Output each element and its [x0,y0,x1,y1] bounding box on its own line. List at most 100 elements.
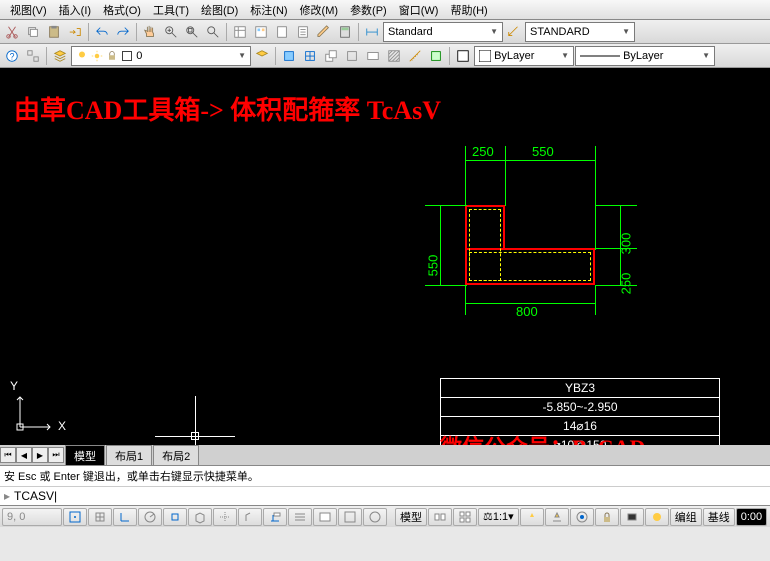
help-icon[interactable]: ? [2,46,22,66]
color-picker-icon[interactable] [453,46,473,66]
chevron-down-icon: ▼ [561,51,569,60]
layer-prev-icon[interactable] [252,46,272,66]
coords[interactable]: 9, 0 [2,508,62,526]
block-icon[interactable] [279,46,299,66]
menu-window[interactable]: 窗口(W) [393,0,445,20]
separator [226,23,227,41]
hatch-icon[interactable] [384,46,404,66]
zoom-prev-icon[interactable] [203,22,223,42]
separator [358,23,359,41]
tab-layout2[interactable]: 布局2 [153,445,199,466]
dim-ext [465,285,466,315]
tab-next-icon[interactable]: ▶ [32,447,48,463]
dim-style-combo[interactable]: STANDARD▼ [525,22,635,42]
anno-vis-icon[interactable] [520,508,544,526]
text-style-combo[interactable]: Standard▼ [383,22,503,42]
menu-tools[interactable]: 工具(T) [147,0,195,20]
menu-insert[interactable]: 插入(I) [53,0,97,20]
anno-scale-combo[interactable]: ⚖ 1:1 ▾ [478,508,519,526]
pan-icon[interactable] [140,22,160,42]
paste-icon[interactable] [44,22,64,42]
copy-icon[interactable] [23,22,43,42]
group-icon[interactable] [23,46,43,66]
props-icon[interactable] [230,22,250,42]
command-line[interactable]: ▸ TCASV | [0,486,770,505]
match-icon[interactable] [65,22,85,42]
menu-help[interactable]: 帮助(H) [444,0,493,20]
ortho-icon[interactable] [113,508,137,526]
otrack-icon[interactable] [213,508,237,526]
dim-ext [425,205,467,206]
polar-icon[interactable] [138,508,162,526]
cmd-cursor: | [54,489,57,503]
dim-250: 250 [472,144,494,159]
tpy-icon[interactable] [313,508,337,526]
tab-prev-icon[interactable]: ◀ [16,447,32,463]
separator [136,23,137,41]
tab-first-icon[interactable]: ⏮ [0,447,16,463]
xref-icon[interactable] [321,46,341,66]
measure-icon[interactable] [405,46,425,66]
block-edit-icon[interactable] [342,46,362,66]
osnap-icon[interactable] [163,508,187,526]
undo-icon[interactable] [92,22,112,42]
text-style-value: Standard [388,26,433,38]
zoom-realtime-icon[interactable] [161,22,181,42]
insert-icon[interactable] [300,46,320,66]
menu-param[interactable]: 参数(P) [344,0,393,20]
cmd-hint: 安 Esc 或 Enter 键退出，或单击右键显示快捷菜单。 [4,468,766,484]
drawing-canvas[interactable]: 由草CAD工具箱-> 体积配箍率 TcAsV 250 550 550 300 2… [0,68,770,465]
menu-view[interactable]: 视图(V) [4,0,53,20]
color-combo[interactable]: ByLayer▼ [474,46,574,66]
linetype-combo[interactable]: ByLayer▼ [575,46,715,66]
isolate-icon[interactable] [645,508,669,526]
tool-palette-icon[interactable] [272,22,292,42]
zoom-window-icon[interactable] [182,22,202,42]
toolbar-1: Standard▼ STANDARD▼ [0,20,770,44]
ws-icon[interactable] [570,508,594,526]
cut-icon[interactable] [2,22,22,42]
edit-group[interactable]: 编组 [670,508,702,526]
command-history: 安 Esc 或 Enter 键退出，或单击右键显示快捷菜单。 [0,465,770,486]
menu-modify[interactable]: 修改(M) [294,0,345,20]
line-preview-icon [580,53,620,59]
quickview2-icon[interactable] [453,508,477,526]
dim-style-icon[interactable] [504,22,524,42]
3dosnap-icon[interactable] [188,508,212,526]
separator [46,47,47,65]
redo-icon[interactable] [113,22,133,42]
wblock-icon[interactable] [363,46,383,66]
tab-last-icon[interactable]: ⏭ [48,447,64,463]
sc-icon[interactable] [363,508,387,526]
design-center-icon[interactable] [251,22,271,42]
anno-auto-icon[interactable] [545,508,569,526]
layer-props-icon[interactable] [50,46,70,66]
menu-format[interactable]: 格式(O) [97,0,147,20]
sheet-icon[interactable] [293,22,313,42]
lwt-icon[interactable] [288,508,312,526]
grid-icon[interactable] [88,508,112,526]
tab-model[interactable]: 模型 [65,445,105,466]
linear-dim-icon[interactable] [362,22,382,42]
dyn-icon[interactable] [263,508,287,526]
lock-ui-icon[interactable] [595,508,619,526]
model-button[interactable]: 模型 [395,508,427,526]
tab-layout1[interactable]: 布局1 [106,445,152,466]
menu-draw[interactable]: 绘图(D) [195,0,244,20]
separator [88,23,89,41]
qp-icon[interactable] [338,508,362,526]
hardware-icon[interactable] [620,508,644,526]
area-icon[interactable] [426,46,446,66]
separator [275,47,276,65]
baseline[interactable]: 基线 [703,508,735,526]
snap-icon[interactable] [63,508,87,526]
menu-dim[interactable]: 标注(N) [244,0,293,20]
ducs-icon[interactable] [238,508,262,526]
dim-ext [595,285,596,315]
layer-combo[interactable]: 0▼ [71,46,251,66]
dim-ext [425,285,467,286]
calc-icon[interactable] [335,22,355,42]
dim-ext [595,146,596,250]
quickview-icon[interactable] [428,508,452,526]
markup-icon[interactable] [314,22,334,42]
